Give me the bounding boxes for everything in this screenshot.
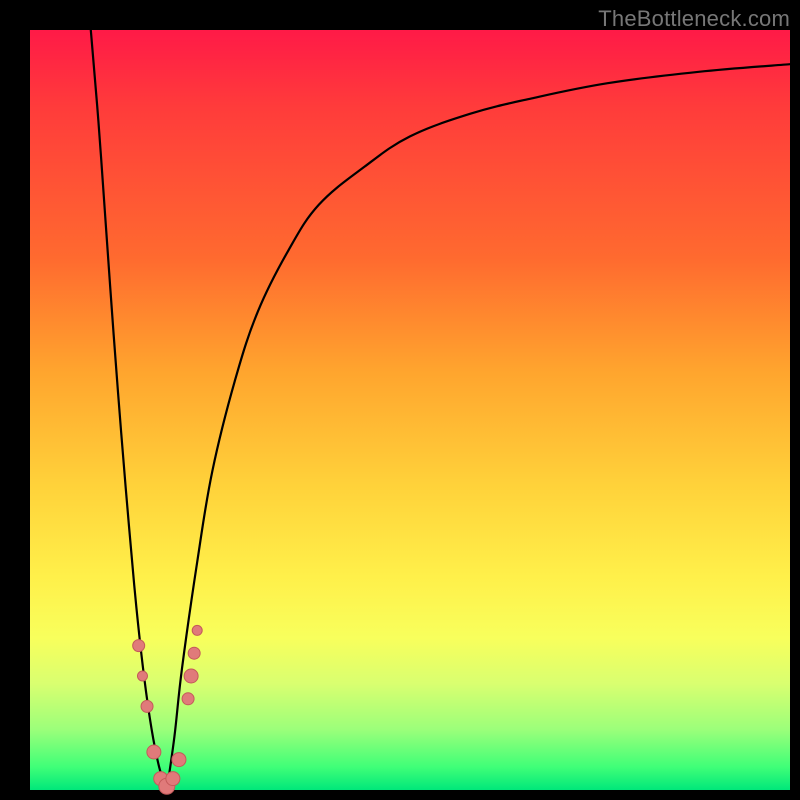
scatter-dot xyxy=(188,647,200,659)
scatter-dots xyxy=(133,625,203,794)
plot-area xyxy=(30,30,790,790)
watermark-text: TheBottleneck.com xyxy=(598,6,790,32)
scatter-dot xyxy=(166,772,180,786)
scatter-dot xyxy=(172,753,186,767)
scatter-dot xyxy=(137,671,147,681)
chart-svg xyxy=(30,30,790,790)
chart-frame: TheBottleneck.com xyxy=(0,0,800,800)
scatter-dot xyxy=(141,700,153,712)
scatter-dot xyxy=(184,669,198,683)
scatter-dot xyxy=(133,640,145,652)
scatter-dot xyxy=(192,625,202,635)
curve-right-branch xyxy=(167,64,790,790)
scatter-dot xyxy=(182,693,194,705)
curve-left-branch xyxy=(91,30,167,790)
scatter-dot xyxy=(147,745,161,759)
